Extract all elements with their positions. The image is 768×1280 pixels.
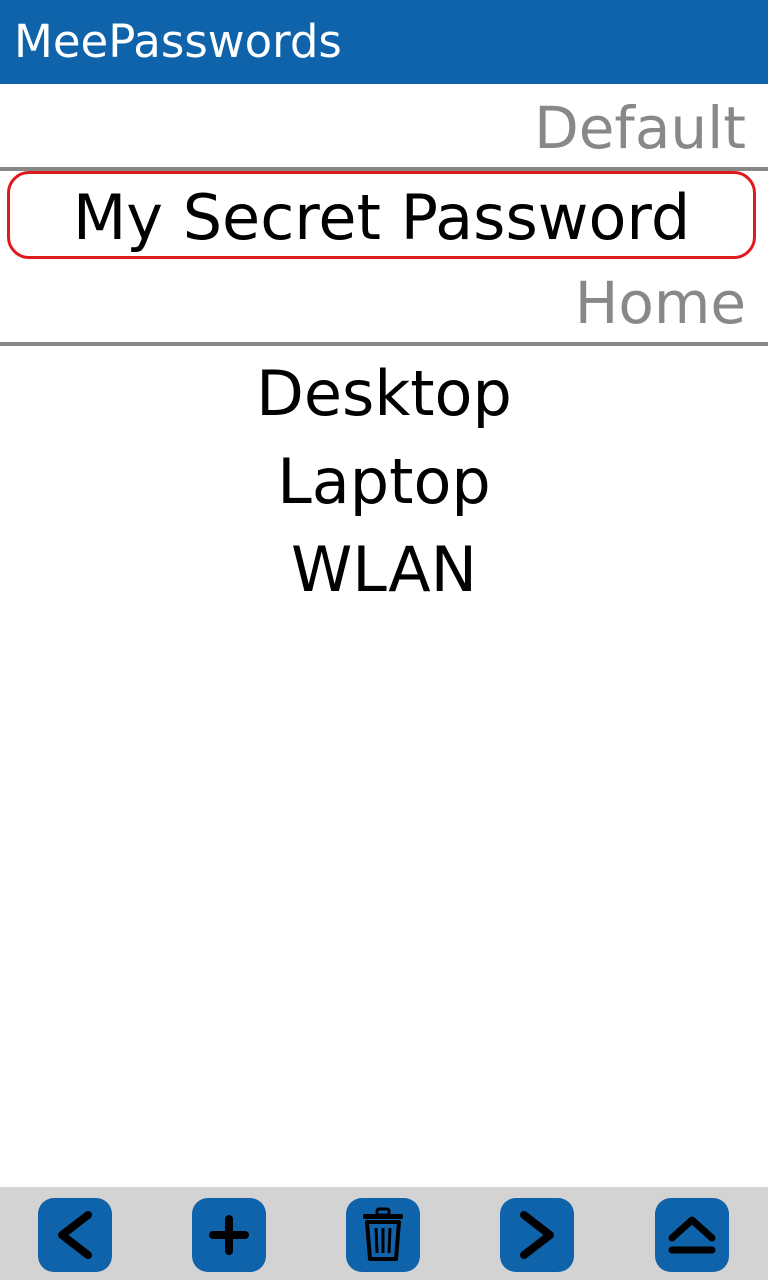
group-home: Home Desktop Laptop WLAN [0, 259, 768, 614]
app-title: MeePasswords [14, 15, 342, 68]
trash-icon [363, 1207, 403, 1261]
next-button[interactable] [500, 1198, 574, 1272]
eject-icon [668, 1216, 716, 1254]
title-bar: MeePasswords [0, 0, 768, 84]
password-list: Default My Secret Password Home Desktop … [0, 84, 768, 614]
plus-icon [209, 1215, 249, 1255]
group-header-default[interactable]: Default [0, 84, 768, 171]
group-header-home[interactable]: Home [0, 259, 768, 346]
group-label: Home [574, 269, 746, 337]
add-button[interactable] [192, 1198, 266, 1272]
eject-button[interactable] [655, 1198, 729, 1272]
list-item-my-secret-password[interactable]: My Secret Password [7, 171, 756, 259]
chevron-left-icon [58, 1211, 92, 1259]
bottom-toolbar [0, 1187, 768, 1280]
delete-button[interactable] [346, 1198, 420, 1272]
group-default: Default My Secret Password [0, 84, 768, 259]
list-item-laptop[interactable]: Laptop [0, 438, 768, 526]
list-item-wlan[interactable]: WLAN [0, 526, 768, 614]
previous-button[interactable] [38, 1198, 112, 1272]
group-label: Default [534, 94, 746, 162]
chevron-right-icon [520, 1211, 554, 1259]
list-item-desktop[interactable]: Desktop [0, 350, 768, 438]
